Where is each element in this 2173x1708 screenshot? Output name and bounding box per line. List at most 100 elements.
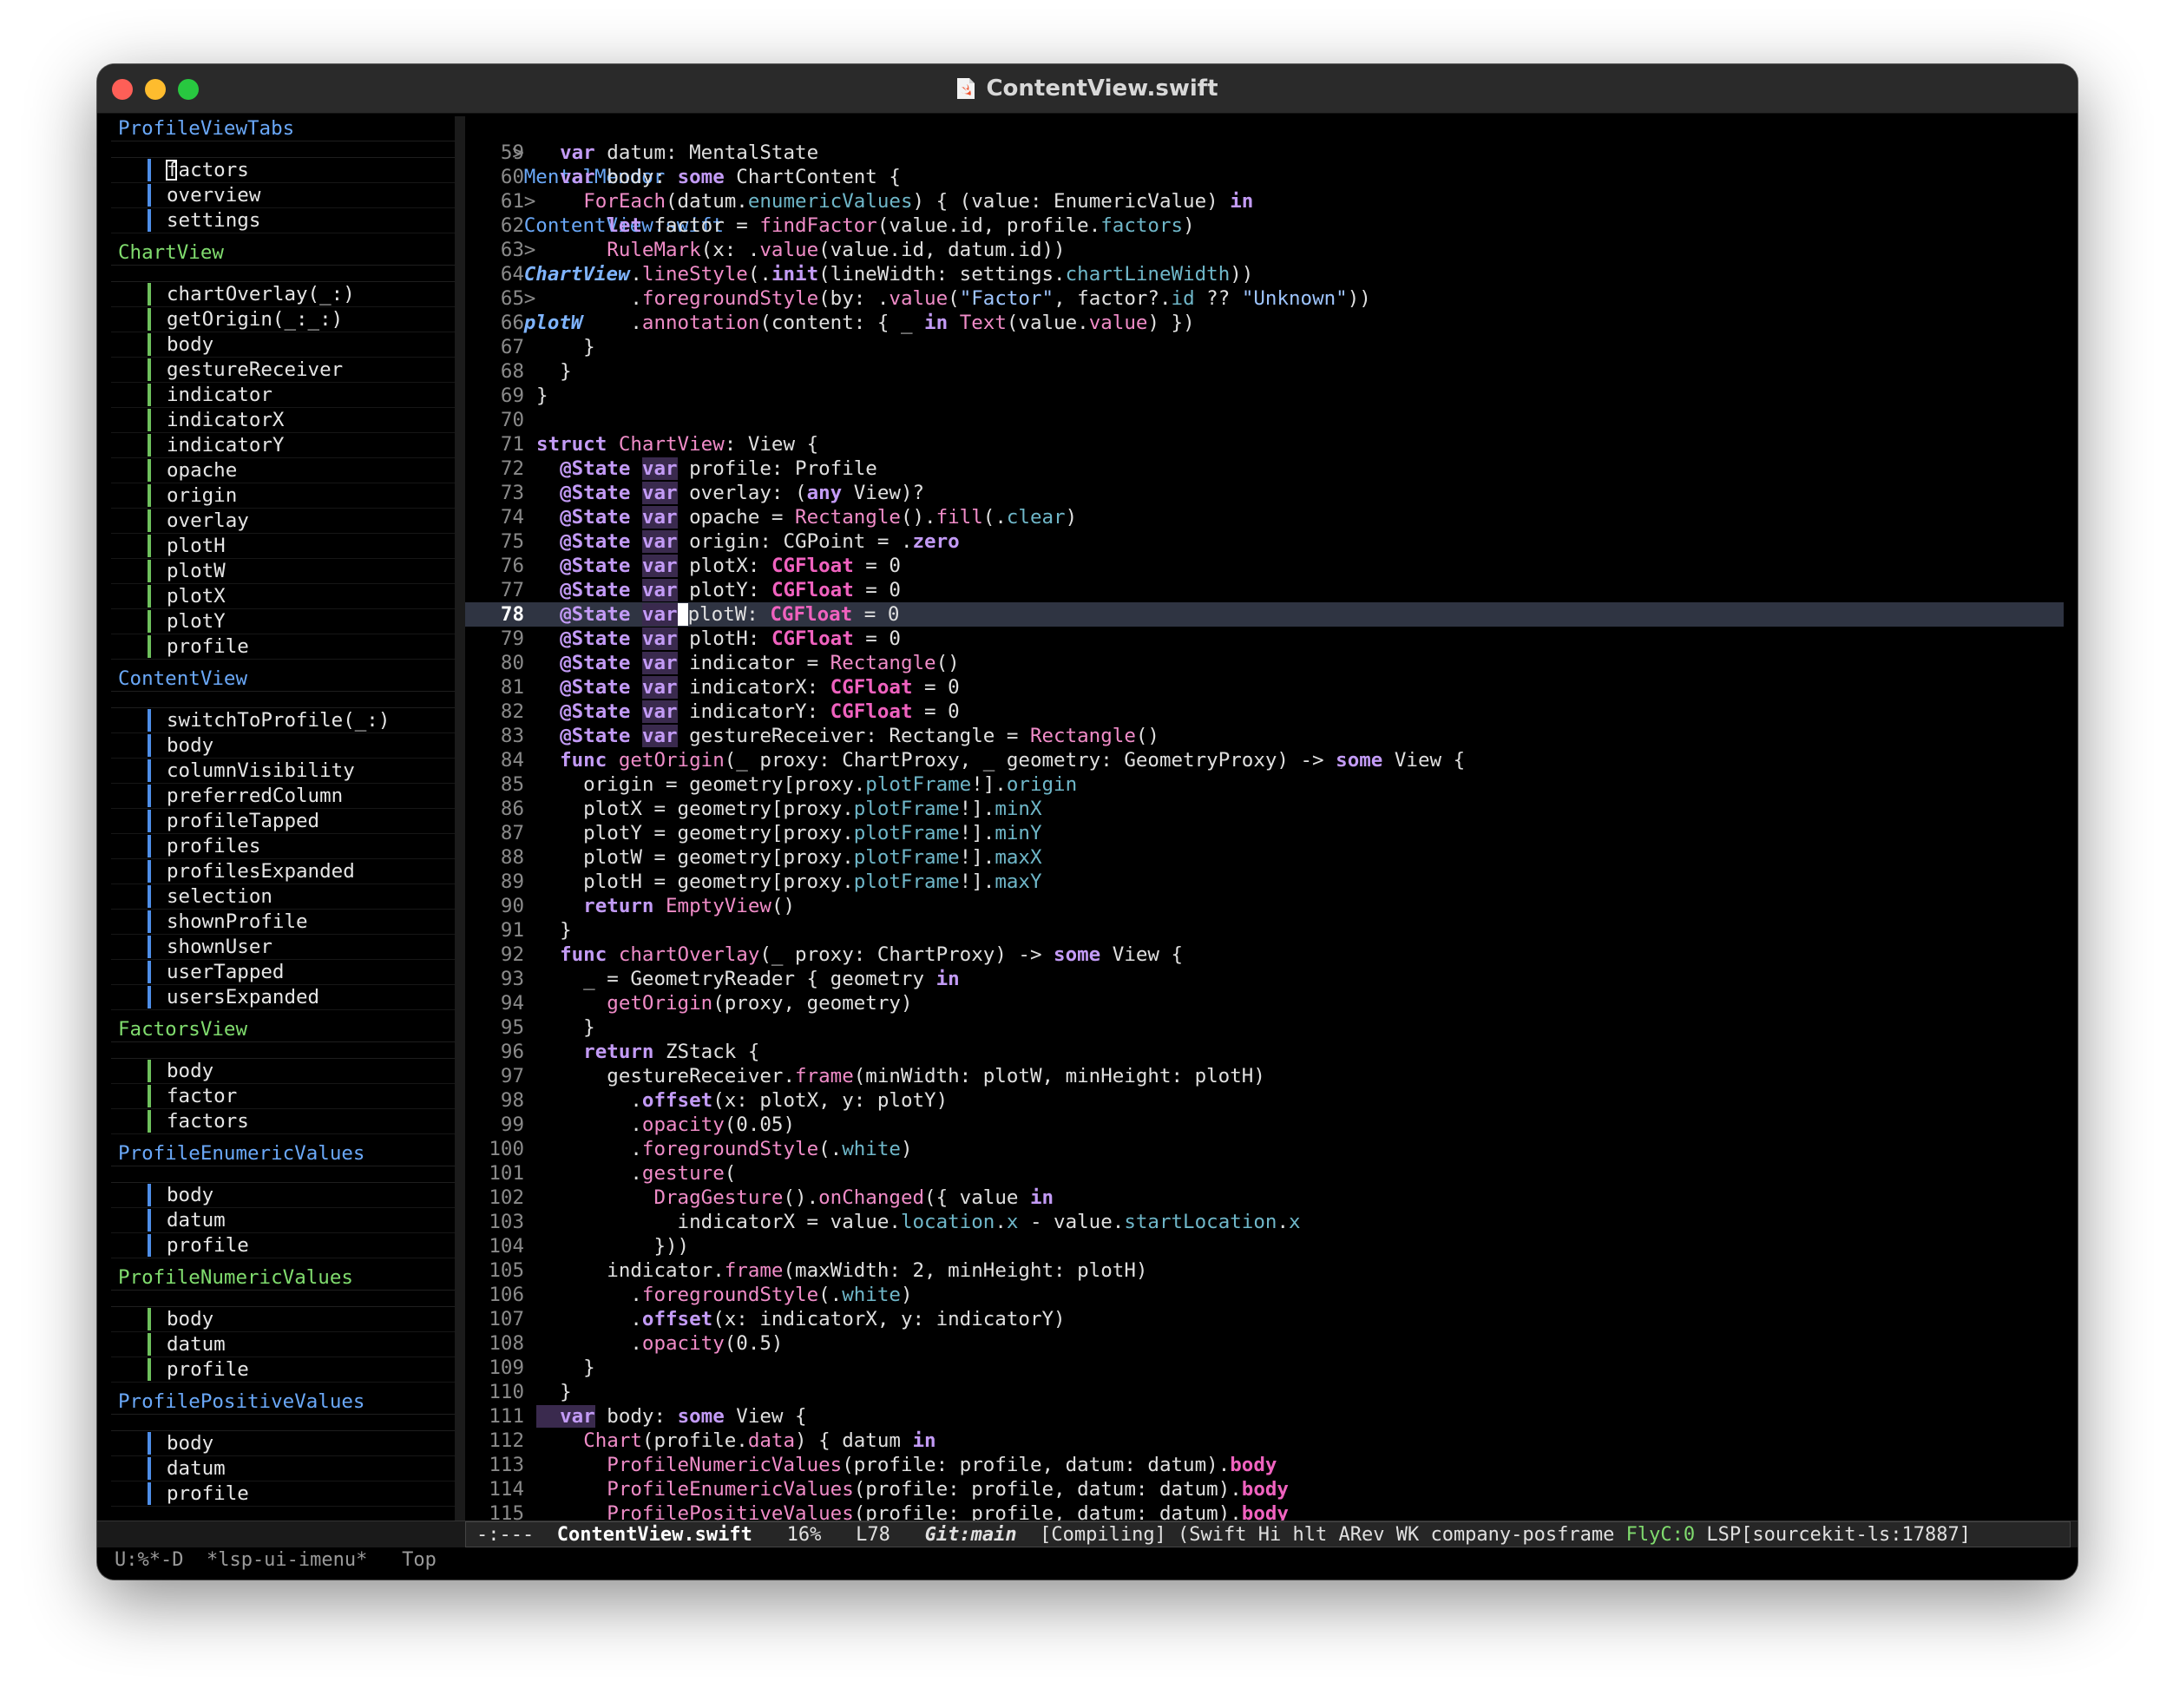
code-line[interactable]: 65 .foregroundStyle(by: .value("Factor",… (465, 286, 2064, 311)
imenu-item[interactable]: body (111, 332, 455, 358)
imenu-item[interactable]: plotX (111, 584, 455, 609)
code-line[interactable]: 77 @State var plotY: CGFloat = 0 (465, 578, 2064, 602)
code-line[interactable]: 105 indicator.frame(maxWidth: 2, minHeig… (465, 1258, 2064, 1283)
imenu-item[interactable]: plotW (111, 559, 455, 584)
lsp-status[interactable]: LSP[sourcekit-ls:17887] (1695, 1524, 1971, 1546)
imenu-item[interactable]: indicator (111, 383, 455, 408)
code-line[interactable]: 107 .offset(x: indicatorX, y: indicatorY… (465, 1307, 2064, 1331)
imenu-item[interactable]: indicatorY (111, 433, 455, 458)
imenu-item[interactable]: overlay (111, 509, 455, 534)
code-line[interactable]: 111 var body: some View { (465, 1404, 2064, 1429)
code-line[interactable]: 76 @State var plotX: CGFloat = 0 (465, 554, 2064, 578)
imenu-item[interactable]: settings (111, 208, 455, 233)
imenu-item[interactable]: shownProfile (111, 910, 455, 935)
code-line[interactable]: 112 Chart(profile.data) { datum in (465, 1429, 2064, 1453)
code-line[interactable]: 62 let factor = findFactor(value.id, pro… (465, 214, 2064, 238)
imenu-item[interactable]: body (111, 1183, 455, 1208)
imenu-item[interactable]: userTapped (111, 960, 455, 985)
code-line[interactable]: 71 struct ChartView: View { (465, 432, 2064, 457)
code-line[interactable]: 91 } (465, 918, 2064, 943)
code-line[interactable]: 115 ProfilePositiveValues(profile: profi… (465, 1501, 2064, 1521)
imenu-item[interactable]: chartOverlay(_:) (111, 282, 455, 307)
code-line[interactable]: 80 @State var indicator = Rectangle() (465, 651, 2064, 675)
imenu-item[interactable]: gestureReceiver (111, 358, 455, 383)
imenu-item[interactable]: datum (111, 1456, 455, 1481)
code-line[interactable]: 72 @State var profile: Profile (465, 457, 2064, 481)
code-line[interactable]: 109 } (465, 1356, 2064, 1380)
code-line[interactable]: 64 .lineStyle(.init(lineWidth: settings.… (465, 262, 2064, 286)
code-line[interactable]: 108 .opacity(0.5) (465, 1331, 2064, 1356)
imenu-item[interactable]: opache (111, 458, 455, 483)
code-line[interactable]: 103 indicatorX = value.location.x - valu… (465, 1210, 2064, 1234)
code-line[interactable]: 90 return EmptyView() (465, 894, 2064, 918)
imenu-item[interactable]: getOrigin(_:_:) (111, 307, 455, 332)
code-line[interactable]: 95 } (465, 1015, 2064, 1040)
imenu-item[interactable]: profile (111, 1481, 455, 1507)
code-line[interactable]: 81 @State var indicatorX: CGFloat = 0 (465, 675, 2064, 700)
code-line[interactable]: 86 plotX = geometry[proxy.plotFrame!].mi… (465, 797, 2064, 821)
code-line[interactable]: 85 origin = geometry[proxy.plotFrame!].o… (465, 772, 2064, 797)
code-line[interactable]: 73 @State var overlay: (any View)? (465, 481, 2064, 505)
code-line[interactable]: 63 RuleMark(x: .value(value.id, datum.id… (465, 238, 2064, 262)
imenu-item[interactable]: profile (111, 634, 455, 660)
imenu-group-header[interactable]: ContentView (111, 667, 455, 692)
imenu-item[interactable]: body (111, 1431, 455, 1456)
imenu-item[interactable]: factor (111, 1084, 455, 1109)
code-line[interactable]: 92 func chartOverlay(_ proxy: ChartProxy… (465, 943, 2064, 967)
window-divider[interactable] (455, 116, 465, 1521)
code-line[interactable]: 97 gestureReceiver.frame(minWidth: plotW… (465, 1064, 2064, 1088)
code-line[interactable]: 104 })) (465, 1234, 2064, 1258)
code-line[interactable]: 69} (465, 384, 2064, 408)
git-branch[interactable]: Git:main (925, 1524, 1017, 1546)
imenu-group-header[interactable]: ProfileViewTabs (111, 116, 455, 141)
code-line[interactable]: 68 } (465, 359, 2064, 384)
code-line[interactable]: 96 return ZStack { (465, 1040, 2064, 1064)
code-line[interactable]: 59 var datum: MentalState (465, 141, 2064, 165)
imenu-item[interactable]: columnVisibility (111, 759, 455, 784)
code-line[interactable]: 87 plotY = geometry[proxy.plotFrame!].mi… (465, 821, 2064, 845)
code-line[interactable]: 79 @State var plotH: CGFloat = 0 (465, 627, 2064, 651)
major-minor-modes[interactable]: [Compiling] (Swift Hi hlt ARev WK compan… (1040, 1524, 1626, 1546)
imenu-item[interactable]: factors (111, 158, 455, 183)
code-line[interactable]: 100 .foregroundStyle(.white) (465, 1137, 2064, 1161)
imenu-item[interactable]: profiles (111, 834, 455, 859)
code-line[interactable]: 66 .annotation(content: { _ in Text(valu… (465, 311, 2064, 335)
code-line[interactable]: 102 DragGesture().onChanged({ value in (465, 1186, 2064, 1210)
imenu-group-header[interactable]: FactorsView (111, 1017, 455, 1042)
imenu-item[interactable]: body (111, 1059, 455, 1084)
code-line[interactable]: 113 ProfileNumericValues(profile: profil… (465, 1453, 2064, 1477)
imenu-item[interactable]: body (111, 733, 455, 759)
code-line[interactable]: 61 ForEach(datum.enumericValues) { (valu… (465, 189, 2064, 214)
imenu-group-header[interactable]: ProfileEnumericValues (111, 1141, 455, 1166)
buffer-name[interactable]: ContentView.swift (557, 1524, 752, 1546)
imenu-item[interactable]: profile (111, 1233, 455, 1258)
imenu-item[interactable]: profile (111, 1357, 455, 1383)
code-line[interactable]: 82 @State var indicatorY: CGFloat = 0 (465, 700, 2064, 724)
code-line[interactable]: 110 } (465, 1380, 2064, 1404)
imenu-item[interactable]: datum (111, 1332, 455, 1357)
code-editor[interactable]: 59 var datum: MentalState 60 var body: so… (465, 141, 2064, 1521)
code-line[interactable]: 98 .offset(x: plotX, y: plotY) (465, 1088, 2064, 1113)
code-line[interactable]: 83 @State var gestureReceiver: Rectangle… (465, 724, 2064, 748)
imenu-item[interactable]: preferredColumn (111, 784, 455, 809)
imenu-group-header[interactable]: ProfilePositiveValues (111, 1389, 455, 1415)
imenu-item[interactable]: indicatorX (111, 408, 455, 433)
code-line[interactable]: 114 ProfileEnumericValues(profile: profi… (465, 1477, 2064, 1501)
imenu-item[interactable]: plotY (111, 609, 455, 634)
imenu-item[interactable]: origin (111, 483, 455, 509)
code-line[interactable]: 74 @State var opache = Rectangle().fill(… (465, 505, 2064, 529)
code-line[interactable]: 78 @State var plotW: CGFloat = 0 (465, 602, 2064, 627)
imenu-item[interactable]: overview (111, 183, 455, 208)
code-line[interactable]: 75 @State var origin: CGPoint = .zero (465, 529, 2064, 554)
imenu-item[interactable]: plotH (111, 534, 455, 559)
flycheck-status[interactable]: FlyC:0 (1626, 1524, 1695, 1546)
imenu-item[interactable]: selection (111, 884, 455, 910)
imenu-item[interactable]: datum (111, 1208, 455, 1233)
imenu-group-header[interactable]: ProfileNumericValues (111, 1265, 455, 1291)
code-line[interactable]: 94 getOrigin(proxy, geometry) (465, 991, 2064, 1015)
code-line[interactable]: 93 _ = GeometryReader { geometry in (465, 967, 2064, 991)
code-line[interactable]: 99 .opacity(0.05) (465, 1113, 2064, 1137)
code-line[interactable]: 106 .foregroundStyle(.white) (465, 1283, 2064, 1307)
imenu-item[interactable]: switchToProfile(_:) (111, 708, 455, 733)
code-line[interactable]: 84 func getOrigin(_ proxy: ChartProxy, _… (465, 748, 2064, 772)
